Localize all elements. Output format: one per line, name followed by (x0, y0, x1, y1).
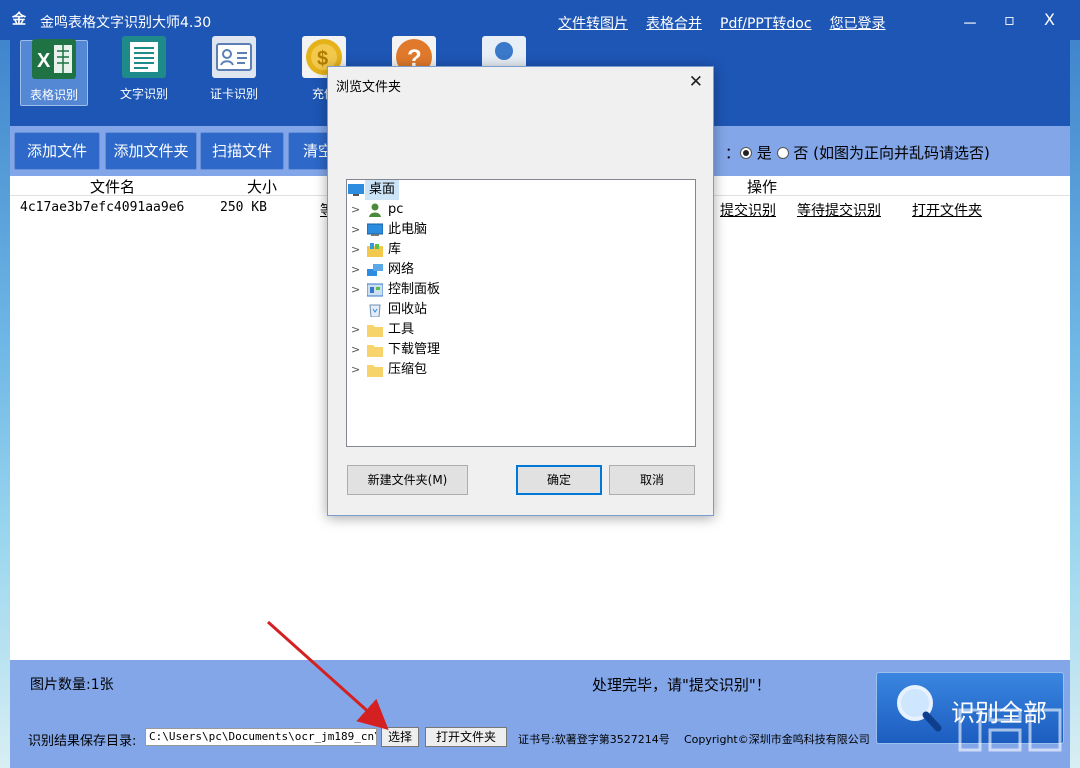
tree-item-network[interactable]: > 网络 (347, 260, 687, 280)
add-file-button[interactable]: 添加文件 (14, 132, 100, 170)
chevron-right-icon[interactable]: > (351, 360, 363, 380)
user-folder-icon (369, 203, 381, 217)
header-filename: 文件名 (90, 178, 136, 196)
tree-item-downloads[interactable]: > 下载管理 (347, 340, 687, 360)
submit-recognition-link[interactable]: 提交识别 (720, 200, 776, 220)
folder-tree[interactable]: 桌面 > pc > 此电脑 > 库 > 网络 > 控制面板 回收站 > 工具 >… (346, 179, 696, 447)
radio-yes-label: 是 (756, 144, 772, 162)
chevron-right-icon[interactable]: > (351, 340, 363, 360)
ok-button[interactable]: 确定 (516, 465, 602, 495)
idcard-icon (212, 36, 256, 78)
control-panel-icon (367, 283, 383, 297)
tool-text-recognition[interactable]: 文字识别 (110, 36, 178, 106)
document-icon (122, 36, 166, 78)
status-message: 处理完毕，请"提交识别"！ (592, 676, 771, 694)
chevron-right-icon[interactable]: > (351, 220, 363, 240)
choose-dir-button[interactable]: 选择 (381, 727, 419, 747)
tree-item-label: 压缩包 (388, 362, 428, 377)
tree-item-this-pc[interactable]: > 此电脑 (347, 220, 687, 240)
browse-folder-dialog: 浏览文件夹 ✕ 桌面 > pc > 此电脑 > 库 > 网络 > 控制面板 回收… (327, 66, 714, 516)
tool-label: 证卡识别 (209, 87, 258, 101)
close-button[interactable]: X (1044, 10, 1055, 29)
tree-item-label: 控制面板 (388, 282, 441, 297)
tree-item-label: 下载管理 (388, 342, 441, 357)
link-logged-in[interactable]: 您已登录 (830, 13, 886, 33)
chevron-right-icon[interactable]: > (351, 260, 363, 280)
certificate-number: 证书号:软著登字第3527214号 (518, 733, 670, 746)
excel-icon: X (32, 39, 76, 79)
tree-item-control-panel[interactable]: > 控制面板 (347, 280, 687, 300)
network-icon (367, 264, 383, 276)
cancel-button[interactable]: 取消 (609, 465, 695, 495)
orientation-option: ： 是 否 (如图为正向并乱码请选否) (725, 142, 990, 163)
tree-item-desktop[interactable]: 桌面 (347, 180, 687, 200)
scan-file-button[interactable]: 扫描文件 (200, 132, 284, 170)
dialog-title: 浏览文件夹 (336, 80, 402, 95)
recycle-bin-icon (369, 304, 381, 317)
save-dir-input[interactable]: C:\Users\pc\Documents\ocr_jm189_cn\ (145, 728, 377, 746)
top-links: 文件转图片 表格合并 Pdf/PPT转doc 您已登录 (558, 13, 886, 33)
header-ops: 操作 (747, 178, 778, 196)
chevron-right-icon[interactable]: > (351, 200, 363, 220)
radio-prefix: ： (725, 144, 741, 162)
computer-icon (367, 223, 383, 236)
app-logo-icon: 金 (12, 12, 26, 28)
tool-label: 文字识别 (119, 87, 168, 101)
watermark-logo-icon (958, 708, 1062, 752)
header-size: 大小 (247, 178, 278, 196)
tree-item-pc[interactable]: > pc (347, 200, 687, 220)
desktop-icon (348, 184, 364, 196)
dialog-close-icon[interactable]: ✕ (689, 72, 703, 92)
open-output-folder-button[interactable]: 打开文件夹 (425, 727, 507, 747)
link-pdf-ppt-to-doc[interactable]: Pdf/PPT转doc (720, 13, 812, 33)
copyright: Copyright©深圳市金鸣科技有限公司 (684, 733, 870, 746)
image-count: 图片数量:1张 (30, 677, 114, 693)
tree-item-tools[interactable]: > 工具 (347, 320, 687, 340)
status-bar: 图片数量:1张 处理完毕，请"提交识别"！ 识别结果保存目录: C:\Users… (10, 660, 1070, 768)
folder-icon (367, 325, 383, 337)
tree-item-label: pc (388, 202, 404, 217)
tree-item-label: 工具 (388, 322, 415, 337)
tree-item-label: 网络 (388, 262, 415, 277)
magnifier-icon (897, 685, 942, 732)
row-filename: 4c17ae3b7efc4091aa9e6 (20, 200, 185, 215)
tree-item-label: 桌面 (365, 180, 400, 200)
maximize-button[interactable]: ▫ (1004, 10, 1015, 29)
radio-no-label: 否 (如图为正向并乱码请选否) (793, 144, 990, 162)
tool-table-recognition[interactable]: X 表格识别 (20, 39, 88, 106)
tool-label: 表格识别 (29, 88, 78, 102)
tree-item-label: 库 (388, 242, 402, 257)
app-title: 金鸣表格文字识别大师4.30 (40, 15, 212, 31)
new-folder-button[interactable]: 新建文件夹(M) (347, 465, 468, 495)
radio-no[interactable] (776, 147, 789, 159)
open-folder-link[interactable]: 打开文件夹 (912, 200, 982, 220)
radio-yes[interactable] (740, 147, 753, 159)
link-file-to-image[interactable]: 文件转图片 (558, 13, 628, 33)
library-icon (367, 243, 383, 257)
row-size: 250 KB (220, 200, 267, 215)
chevron-right-icon[interactable]: > (351, 280, 363, 300)
chevron-right-icon[interactable]: > (351, 320, 363, 340)
tree-item-library[interactable]: > 库 (347, 240, 687, 260)
link-table-merge[interactable]: 表格合并 (646, 13, 702, 33)
folder-icon (367, 365, 383, 377)
tree-item-label: 回收站 (388, 302, 428, 317)
add-folder-button[interactable]: 添加文件夹 (105, 132, 197, 170)
waiting-submit-link[interactable]: 等待提交识别 (797, 200, 881, 220)
chevron-right-icon[interactable]: > (351, 240, 363, 260)
tree-item-archives[interactable]: > 压缩包 (347, 360, 687, 380)
save-dir-label: 识别结果保存目录: (28, 734, 137, 749)
minimize-button[interactable]: － (962, 10, 978, 34)
svg-text:X: X (37, 50, 51, 72)
tool-card-recognition[interactable]: 证卡识别 (200, 36, 268, 106)
folder-icon (367, 345, 383, 357)
tree-item-label: 此电脑 (388, 222, 428, 237)
tree-item-recycle-bin[interactable]: 回收站 (347, 300, 687, 320)
